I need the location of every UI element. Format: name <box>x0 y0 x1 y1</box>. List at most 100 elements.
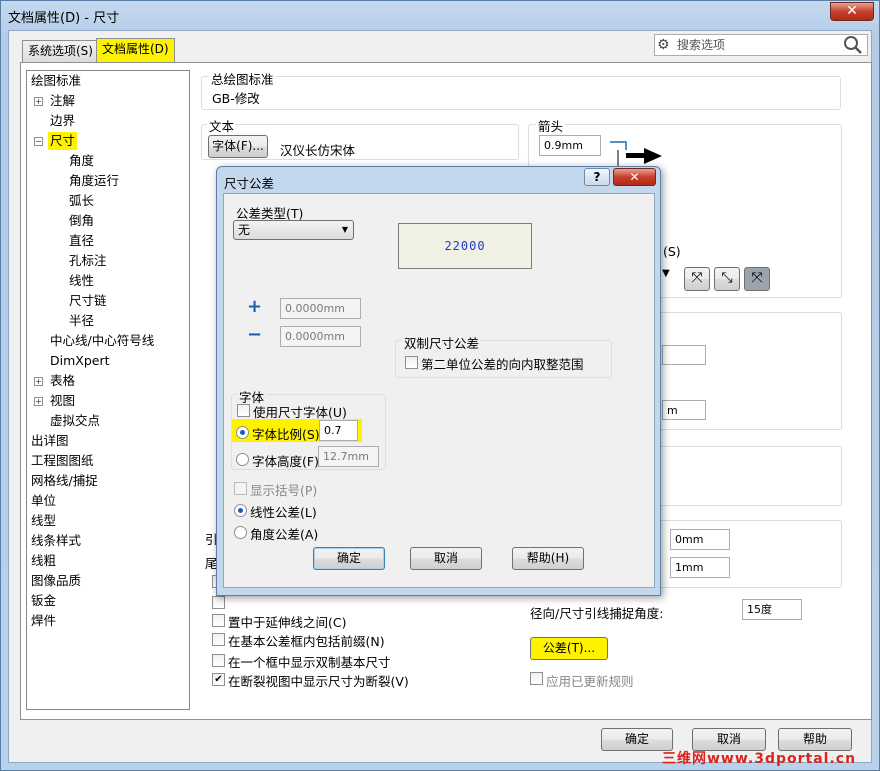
tree-item[interactable]: 单位 <box>31 492 56 510</box>
gear-icon[interactable]: ⚙ <box>657 37 670 53</box>
tree-item[interactable]: 图像品质 <box>31 572 81 590</box>
standard-value: GB-修改 <box>212 91 260 106</box>
dialog-ok-button[interactable]: 确定 <box>313 547 385 570</box>
window-title: 文档属性(D) - 尺寸 <box>8 11 120 26</box>
tree-item[interactable]: 半径 <box>69 312 94 330</box>
include-prefix-label: 在基本公差框内包括前缀(N) <box>228 634 385 649</box>
tab-document-properties[interactable]: 文档属性(D) <box>96 38 175 63</box>
window-close-button[interactable]: ✕ <box>830 2 874 21</box>
broken-view-label: 在断裂视图中显示尺寸为断裂(V) <box>228 674 409 689</box>
tree-item[interactable]: 线条样式 <box>31 532 81 550</box>
angle-input[interactable]: 15度 <box>742 599 802 620</box>
lower-tolerance-input[interactable]: 0.0000mm <box>280 326 361 347</box>
tree-item[interactable]: 倒角 <box>69 212 94 230</box>
tree-item[interactable]: 角度 <box>69 152 94 170</box>
offset-input-2[interactable]: 1mm <box>670 557 730 578</box>
plus-icon: + <box>247 296 263 317</box>
offset-field[interactable]: m <box>662 400 706 420</box>
dialog-help-button-2[interactable]: 帮助(H) <box>512 547 584 570</box>
tree-item-selected[interactable]: 尺寸 <box>48 132 78 150</box>
offset-field[interactable] <box>662 345 706 365</box>
search-icon[interactable] <box>843 35 863 55</box>
apply-updated-checkbox[interactable] <box>530 672 543 685</box>
tree-item[interactable]: 中心线/中心符号线 <box>50 332 154 350</box>
checkbox[interactable] <box>212 596 225 609</box>
search-input[interactable]: 搜索选项 <box>654 34 868 56</box>
collapse-icon[interactable]: − <box>34 137 43 146</box>
tree-item[interactable]: 线性 <box>69 272 94 290</box>
arrow-style-3-icon[interactable]: ⤧ <box>744 267 770 291</box>
tree-item[interactable]: 表格 <box>50 372 75 390</box>
dialog-help-button[interactable]: ? <box>584 168 610 186</box>
dialog-cancel-button[interactable]: 取消 <box>410 547 482 570</box>
dialog-close-button[interactable]: ✕ <box>613 168 656 186</box>
tree-item[interactable]: 线型 <box>31 512 56 530</box>
arrow-style-2-icon[interactable]: ⤡ <box>714 267 740 291</box>
dual-basic-checkbox[interactable] <box>212 654 225 667</box>
arrow-title: 箭头 <box>536 116 566 135</box>
expand-icon[interactable]: + <box>34 97 43 106</box>
watermark: 三维网www.3dportal.cn <box>662 751 857 767</box>
tree-item[interactable]: 孔标注 <box>69 252 107 270</box>
tree-item[interactable]: 钣金 <box>31 592 56 610</box>
offset-input-1[interactable]: 0mm <box>670 529 730 550</box>
text-title: 文本 <box>207 116 237 135</box>
expand-icon[interactable]: + <box>34 397 43 406</box>
tolerance-type-value: 无 <box>238 223 251 237</box>
expand-icon[interactable]: + <box>34 377 43 386</box>
tree-item[interactable]: 注解 <box>50 92 75 110</box>
tree-item[interactable]: 边界 <box>50 112 75 130</box>
tree-item[interactable]: 视图 <box>50 392 75 410</box>
font-button[interactable]: 字体(F)... <box>208 135 268 158</box>
include-prefix-checkbox[interactable] <box>212 633 225 646</box>
tolerance-button[interactable]: 公差(T)... <box>530 637 608 660</box>
tree-item[interactable]: 出详图 <box>31 432 69 450</box>
linear-tolerance-radio[interactable] <box>234 504 247 517</box>
minus-icon: − <box>247 324 263 345</box>
tolerance-type-select[interactable]: 无 ▼ <box>233 220 354 240</box>
angular-tolerance-radio[interactable] <box>234 526 247 539</box>
font-height-label: 字体高度(F) <box>252 454 319 469</box>
standard-group <box>201 76 841 110</box>
tree-item[interactable]: 工程图图纸 <box>31 452 94 470</box>
tree-item[interactable]: 焊件 <box>31 612 56 630</box>
font-scale-input[interactable]: 0.7 <box>319 420 358 441</box>
fragment-label: (S) <box>663 244 681 259</box>
dual-roundin-checkbox[interactable] <box>405 356 418 369</box>
apply-updated-label: 应用已更新规则 <box>546 674 634 689</box>
font-height-radio[interactable] <box>236 453 249 466</box>
dialog-title: 尺寸公差 <box>224 176 275 191</box>
angular-tolerance-label: 角度公差(A) <box>250 527 319 542</box>
font-height-input[interactable]: 12.7mm <box>318 446 379 467</box>
font-scale-label: 字体比例(S) <box>252 427 320 442</box>
show-paren-label: 显示括号(P) <box>250 483 318 498</box>
dropdown-arrow-icon: ▼ <box>341 225 348 234</box>
angle-label: 径向/尺寸引线捕捉角度: <box>530 606 664 621</box>
dual-roundin-label: 第二单位公差的向内取整范围 <box>421 357 584 372</box>
use-dim-font-checkbox[interactable] <box>237 404 250 417</box>
linear-tolerance-label: 线性公差(L) <box>250 505 317 520</box>
center-between-ext-checkbox[interactable] <box>212 614 225 627</box>
tree-item[interactable]: 线粗 <box>31 552 56 570</box>
tree-item[interactable]: 直径 <box>69 232 94 250</box>
center-between-ext-label: 置中于延伸线之间(C) <box>228 615 347 630</box>
tree-item[interactable]: 绘图标准 <box>31 72 81 90</box>
dual-title: 双制尺寸公差 <box>402 333 482 352</box>
dropdown-arrow-icon[interactable]: ▼ <box>662 268 674 290</box>
dual-basic-label: 在一个框中显示双制基本尺寸 <box>228 655 391 670</box>
standard-title: 总绘图标准 <box>209 69 276 88</box>
upper-tolerance-input[interactable]: 0.0000mm <box>280 298 361 319</box>
tab-system-options[interactable]: 系统选项(S) <box>22 40 99 62</box>
tree-item[interactable]: 尺寸链 <box>69 292 107 310</box>
arrow-style-1-icon[interactable]: ⤧ <box>684 267 710 291</box>
tree-item[interactable]: 网格线/捕捉 <box>31 472 98 490</box>
arrow-preview-icon <box>610 141 662 166</box>
broken-view-checkbox[interactable]: ✔ <box>212 673 225 686</box>
tree-item[interactable]: 虚拟交点 <box>50 412 100 430</box>
tree-item[interactable]: 角度运行 <box>69 172 119 190</box>
tree-item[interactable]: 弧长 <box>69 192 94 210</box>
show-paren-checkbox[interactable] <box>234 482 247 495</box>
font-scale-radio[interactable] <box>236 426 249 439</box>
tree-item[interactable]: DimXpert <box>50 352 110 370</box>
arrow-size-input[interactable]: 0.9mm <box>539 135 601 156</box>
